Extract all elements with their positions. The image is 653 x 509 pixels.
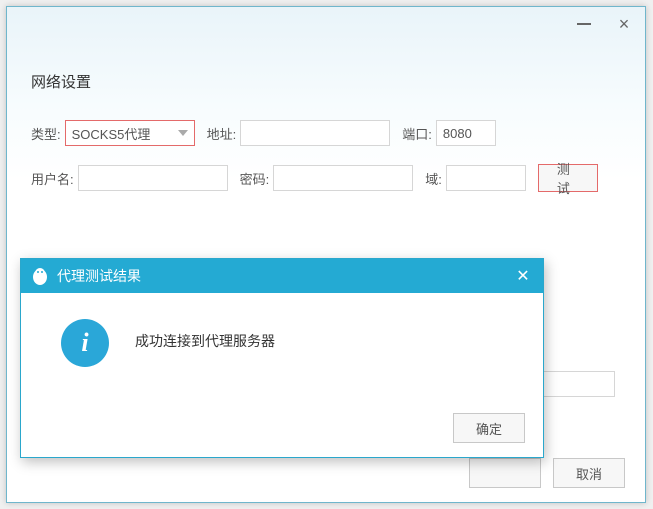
extra-input[interactable] — [535, 371, 615, 397]
minimize-button[interactable] — [571, 14, 597, 34]
titlebar: × — [7, 7, 645, 41]
password-input[interactable] — [273, 165, 413, 191]
port-input[interactable] — [436, 120, 496, 146]
dialog-message: 成功连接到代理服务器 — [135, 319, 275, 351]
close-icon: ✕ — [516, 266, 529, 286]
dialog-title-text: 代理测试结果 — [57, 266, 141, 286]
ok-button-obscured[interactable] — [469, 458, 541, 488]
field-domain: 域: — [425, 165, 526, 191]
field-address: 地址: — [207, 120, 391, 146]
label-domain: 域: — [425, 169, 442, 188]
penguin-icon — [31, 266, 49, 286]
dialog-title-left: 代理测试结果 — [31, 266, 141, 286]
dialog-footer: 确定 — [21, 403, 543, 457]
type-select[interactable]: SOCKS5代理 — [65, 120, 195, 146]
label-password: 密码: — [240, 169, 270, 188]
info-icon: i — [61, 319, 109, 367]
row-connection: 类型: SOCKS5代理 地址: 端口: — [31, 120, 621, 146]
content-area: 网络设置 类型: SOCKS5代理 地址: 端口: 用户名: — [7, 41, 645, 192]
dialog-titlebar: 代理测试结果 ✕ — [21, 259, 543, 293]
minimize-icon — [577, 23, 591, 25]
test-button[interactable]: 测试 — [538, 164, 598, 192]
label-port: 端口: — [402, 124, 432, 143]
close-button[interactable]: × — [611, 14, 637, 34]
section-title: 网络设置 — [31, 71, 621, 92]
dialog-ok-button[interactable]: 确定 — [453, 413, 525, 443]
field-type: 类型: SOCKS5代理 — [31, 120, 195, 146]
username-input[interactable] — [78, 165, 228, 191]
dialog-body: i 成功连接到代理服务器 — [21, 293, 543, 403]
proxy-test-result-dialog: 代理测试结果 ✕ i 成功连接到代理服务器 确定 — [20, 258, 544, 458]
type-select-value: SOCKS5代理 — [72, 124, 151, 143]
cancel-button[interactable]: 取消 — [553, 458, 625, 488]
label-type: 类型: — [31, 124, 61, 143]
address-input[interactable] — [240, 120, 390, 146]
field-password: 密码: — [240, 165, 414, 191]
row-credentials: 用户名: 密码: 域: 测试 — [31, 164, 621, 192]
chevron-down-icon — [178, 130, 188, 136]
field-username: 用户名: — [31, 165, 228, 191]
dialog-close-button[interactable]: ✕ — [513, 266, 533, 286]
field-port: 端口: — [402, 120, 496, 146]
domain-input[interactable] — [446, 165, 526, 191]
close-icon: × — [619, 15, 630, 33]
footer-buttons: 取消 — [469, 458, 625, 488]
label-username: 用户名: — [31, 169, 74, 188]
label-address: 地址: — [207, 124, 237, 143]
